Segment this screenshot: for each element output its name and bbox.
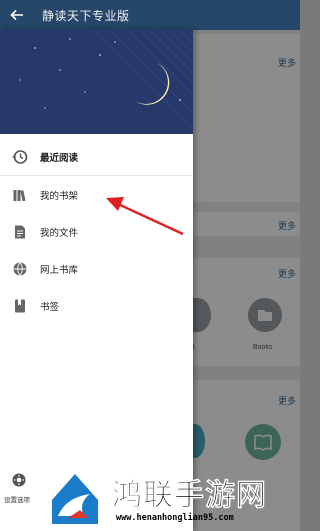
globe-icon: [0, 261, 40, 277]
menu-item-my-bookshelf[interactable]: 我的书架: [0, 176, 193, 213]
bookmark-icon: [0, 298, 40, 314]
settings-label[interactable]: 设置选项: [4, 494, 30, 504]
gear-icon[interactable]: [11, 472, 27, 488]
menu-item-my-files[interactable]: 我的文件: [0, 213, 193, 250]
drawer-header: [0, 30, 193, 134]
menu-item-bookmarks[interactable]: 书签: [0, 287, 193, 324]
back-arrow-icon[interactable]: [8, 6, 26, 24]
menu-label: 我的文件: [40, 227, 79, 239]
menu-label: 我的书架: [40, 190, 79, 202]
title-bar: 静读天下专业版: [0, 0, 300, 30]
menu-label: 书签: [40, 301, 60, 313]
file-icon: [0, 224, 40, 240]
menu-item-online-library[interactable]: 网上书库: [0, 250, 193, 287]
menu-item-recent-reading[interactable]: 最近阅读: [0, 138, 193, 175]
menu-label: 网上书库: [40, 264, 79, 276]
drawer-menu: 最近阅读 我的书架 我的文件 网上书库 书签: [0, 138, 193, 324]
history-icon: [0, 149, 40, 165]
watermark-url: www.henanhonglian95.com: [116, 513, 234, 523]
watermark-logo-icon: [52, 474, 98, 524]
watermark-name: 鸿联手游网: [112, 478, 267, 514]
page-title: 静读天下专业版: [42, 9, 130, 23]
menu-label: 最近阅读: [40, 152, 79, 164]
night-sky-illustration: [0, 30, 193, 134]
navigation-drawer: 最近阅读 我的书架 我的文件 网上书库 书签 设置选项: [0, 30, 193, 531]
bookshelf-icon: [0, 187, 40, 203]
watermark: 鸿联手游网 www.henanhonglian95.com: [50, 468, 300, 531]
